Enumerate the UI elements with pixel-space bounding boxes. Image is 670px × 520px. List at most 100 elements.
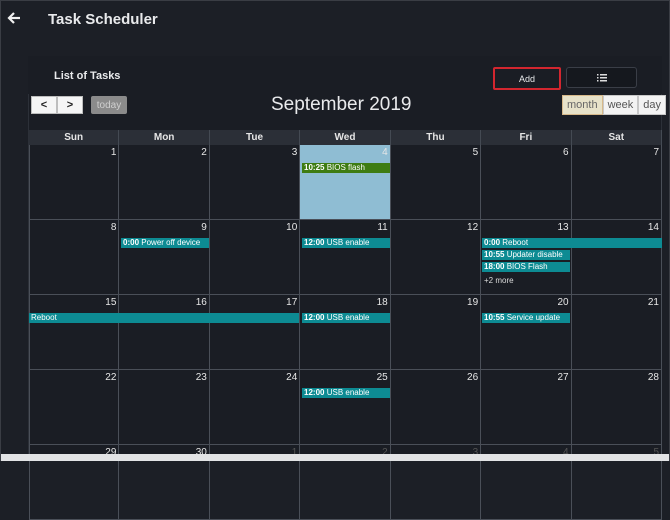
app-title: Task Scheduler	[48, 11, 158, 28]
view-switcher: month week day	[562, 95, 667, 115]
day-cell[interactable]: 16	[119, 295, 210, 370]
day-number: 13	[557, 222, 569, 233]
day-cell[interactable]: 23	[119, 370, 210, 445]
day-cell[interactable]: 24	[209, 370, 301, 445]
day-cell[interactable]: 27	[481, 370, 572, 445]
day-number: 22	[105, 372, 117, 383]
event-time: 12:00	[304, 388, 325, 397]
day-number: 9	[201, 222, 207, 233]
day-cell-today[interactable]: 4	[300, 145, 391, 220]
event-title: Reboot	[31, 313, 57, 322]
day-cell[interactable]: 6	[481, 145, 572, 220]
day-number: 18	[376, 297, 388, 308]
view-day-button[interactable]: day	[638, 95, 667, 115]
event-time: 12:00	[304, 238, 325, 247]
calendar-week: 22 23 24 25 26 27 28 12:00 USB enable	[29, 370, 662, 445]
day-cell[interactable]: 3	[209, 145, 301, 220]
view-month-button[interactable]: month	[562, 95, 603, 115]
day-number: 16	[195, 297, 207, 308]
weekday-label: Sun	[29, 130, 120, 145]
day-number: 7	[653, 147, 659, 158]
weekday-label: Tue	[210, 130, 301, 145]
prev-month-button[interactable]: <	[31, 96, 57, 114]
day-number: 1	[110, 147, 117, 158]
calendar-event[interactable]: 12:00 USB enable	[302, 238, 390, 248]
event-time: 18:00	[484, 262, 505, 271]
month-title: September 2019	[271, 94, 412, 115]
view-week-button[interactable]: week	[602, 95, 639, 115]
weekday-header: Sun Mon Tue Wed Thu Fri Sat	[29, 130, 662, 145]
day-cell[interactable]: 18	[300, 295, 391, 370]
day-number: 10	[286, 222, 298, 233]
event-time: 0:00	[484, 238, 501, 247]
day-number: 11	[377, 222, 388, 233]
calendar-event[interactable]: 12:00 USB enable	[302, 313, 390, 323]
list-view-button[interactable]	[566, 67, 637, 88]
day-cell[interactable]: 12	[390, 220, 482, 295]
weekday-label: Wed	[300, 130, 391, 145]
day-number: 3	[291, 147, 298, 158]
calendar-event[interactable]: Reboot	[29, 313, 299, 323]
day-number: 6	[563, 147, 569, 158]
day-cell[interactable]: 17	[209, 295, 301, 370]
day-cell[interactable]: 1	[29, 145, 120, 220]
day-cell[interactable]: 20	[481, 295, 572, 370]
day-number: 8	[110, 222, 117, 233]
event-title: USB enable	[326, 313, 370, 322]
calendar-event[interactable]: 10:55 Updater disable	[482, 250, 570, 260]
day-cell[interactable]: 15	[29, 295, 120, 370]
event-title: BIOS Flash	[506, 262, 548, 271]
event-time: 0:00	[123, 238, 140, 247]
day-number: 24	[286, 372, 298, 383]
calendar-event[interactable]: 0:00 Reboot	[482, 238, 662, 248]
day-cell[interactable]: 19	[390, 295, 482, 370]
event-time: 10:25	[304, 163, 325, 172]
day-cell[interactable]: 11	[300, 220, 391, 295]
day-number: 5	[472, 147, 479, 158]
day-number: 2	[201, 147, 207, 158]
bottom-bar	[1, 454, 669, 461]
next-month-button[interactable]: >	[57, 96, 83, 114]
day-cell[interactable]: 14	[571, 220, 662, 295]
day-cell[interactable]: 28	[571, 370, 662, 445]
back-arrow-icon[interactable]	[7, 11, 21, 25]
day-number: 25	[376, 372, 388, 383]
panel-title: List of Tasks	[54, 70, 121, 82]
day-cell[interactable]: 9	[119, 220, 210, 295]
day-number: 20	[557, 297, 569, 308]
day-cell[interactable]: 5	[390, 145, 482, 220]
today-button[interactable]: today	[91, 96, 127, 114]
calendar-grid: Sun Mon Tue Wed Thu Fri Sat 1 2 3 4 5 6 …	[29, 130, 662, 520]
event-title: Service update	[506, 313, 561, 322]
calendar-event[interactable]: 18:00 BIOS Flash	[482, 262, 570, 272]
weekday-label: Thu	[391, 130, 482, 145]
event-title: BIOS flash	[326, 163, 365, 172]
month-nav: < >	[31, 96, 83, 114]
calendar-week: 8 9 10 11 12 13 14 0:00 Power off device…	[29, 220, 662, 295]
day-number: 17	[286, 297, 298, 308]
event-title: Updater disable	[506, 250, 563, 259]
calendar-week: 15 16 17 18 19 20 21 Reboot 12:00 USB en…	[29, 295, 662, 370]
day-cell[interactable]: 25	[300, 370, 391, 445]
day-cell[interactable]: 10	[209, 220, 301, 295]
day-number: 12	[467, 222, 479, 233]
calendar-event[interactable]: 10:55 Service update	[482, 313, 570, 323]
calendar-event[interactable]: 12:00 USB enable	[302, 388, 390, 398]
day-cell[interactable]: 26	[390, 370, 482, 445]
day-cell[interactable]: 8	[29, 220, 120, 295]
event-title: Power off device	[141, 238, 201, 247]
top-bar: Task Scheduler	[1, 1, 669, 37]
event-title: USB enable	[326, 388, 370, 397]
weekday-label: Sat	[572, 130, 662, 145]
calendar-event[interactable]: 10:25 BIOS flash	[302, 163, 390, 173]
day-cell[interactable]: 7	[571, 145, 662, 220]
day-cell[interactable]: 2	[119, 145, 210, 220]
day-number: 19	[467, 297, 479, 308]
add-button[interactable]: Add	[493, 67, 561, 90]
event-time: 10:55	[484, 313, 505, 322]
more-events-link[interactable]: +2 more	[484, 276, 514, 285]
day-cell[interactable]: 22	[29, 370, 120, 445]
day-cell[interactable]: 21	[571, 295, 662, 370]
day-number: 15	[105, 297, 117, 308]
calendar-event[interactable]: 0:00 Power off device	[121, 238, 209, 248]
